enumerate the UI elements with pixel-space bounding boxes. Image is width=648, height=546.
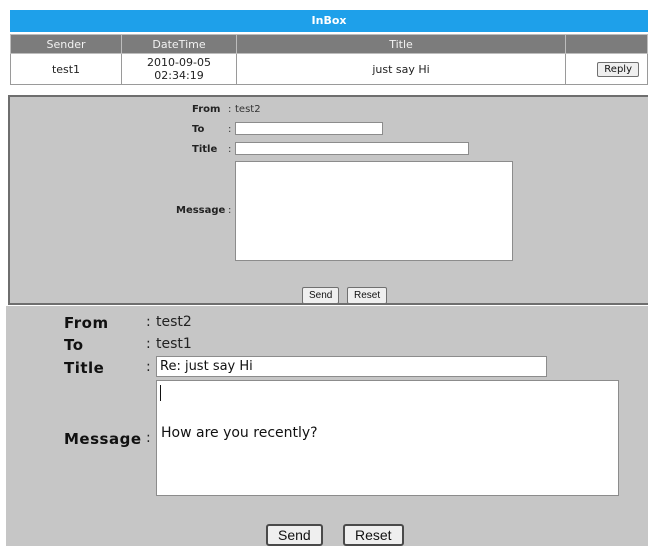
inbox-header-row: Sender DateTime Title xyxy=(10,34,648,54)
column-header-title: Title xyxy=(236,34,566,54)
title-input[interactable]: Re: just say Hi xyxy=(156,356,547,377)
compose-form-small: From : test2 To : Title : Message : Send… xyxy=(8,95,648,305)
message-colon: : xyxy=(146,430,151,446)
message-colon: : xyxy=(228,205,232,216)
reply-button[interactable]: Reply xyxy=(597,61,639,77)
cell-action: Reply xyxy=(565,53,648,85)
column-header-sender: Sender xyxy=(10,34,122,54)
message-label: Message xyxy=(64,430,142,448)
send-button[interactable]: Send xyxy=(266,524,323,546)
to-label: To xyxy=(64,336,84,354)
text-caret xyxy=(160,385,161,401)
title-label: Title xyxy=(192,144,218,155)
title-input-text: Re: just say Hi xyxy=(160,359,253,374)
title-colon: : xyxy=(146,359,151,375)
to-value: test1 xyxy=(156,336,192,352)
from-value: test2 xyxy=(235,104,261,115)
message-text: How are you recently? xyxy=(161,425,318,441)
compose-form-large: From : test2 To : test1 Title : Re: just… xyxy=(6,306,648,546)
from-colon: : xyxy=(146,314,151,330)
from-label: From xyxy=(192,104,221,115)
inbox-table: Sender DateTime Title test1 2010-09-05 0… xyxy=(10,34,648,85)
from-value: test2 xyxy=(156,314,192,330)
to-colon: : xyxy=(146,336,151,352)
cell-sender: test1 xyxy=(10,53,122,85)
to-input[interactable] xyxy=(235,122,383,135)
send-button[interactable]: Send xyxy=(302,287,340,304)
title-label: Title xyxy=(64,359,105,377)
to-label: To xyxy=(192,124,205,135)
inbox-title-bar: InBox xyxy=(10,10,648,32)
from-label: From xyxy=(64,314,109,332)
cell-title: just say Hi xyxy=(236,53,566,85)
to-colon: : xyxy=(228,124,232,135)
table-row: test1 2010-09-05 02:34:19 just say Hi Re… xyxy=(10,53,648,85)
cell-datetime: 2010-09-05 02:34:19 xyxy=(121,53,237,85)
message-label: Message xyxy=(176,205,226,216)
column-header-action xyxy=(565,34,648,54)
from-colon: : xyxy=(228,104,232,115)
reset-button[interactable]: Reset xyxy=(347,287,388,304)
inbox-title: InBox xyxy=(311,14,347,27)
reset-button[interactable]: Reset xyxy=(343,524,404,546)
message-textarea[interactable]: How are you recently? xyxy=(156,380,619,496)
title-input[interactable] xyxy=(235,142,469,155)
column-header-datetime: DateTime xyxy=(121,34,237,54)
message-textarea[interactable] xyxy=(235,161,513,261)
title-colon: : xyxy=(228,144,232,155)
